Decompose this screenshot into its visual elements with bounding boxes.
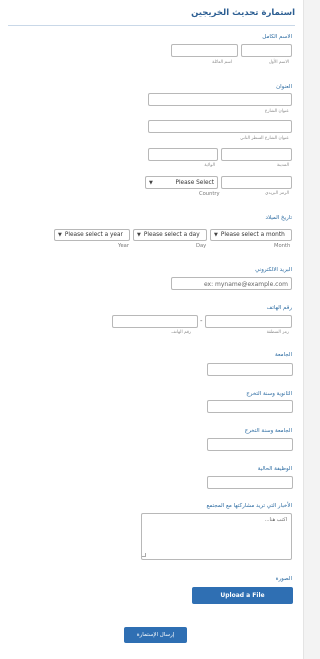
form-title: استمارة تحديث الخريجين — [191, 8, 295, 18]
zip-code-input[interactable] — [221, 176, 292, 189]
upload-file-button[interactable]: Upload a File — [192, 587, 293, 604]
last-name-sublabel: اسم العائلة — [212, 60, 232, 65]
birth-year-select-value: Please select a year — [64, 232, 123, 238]
street-address-line2-input[interactable] — [148, 120, 292, 133]
university-year-input[interactable] — [207, 438, 293, 451]
university-label: الجامعة — [275, 352, 292, 358]
birth-day-sublabel: Day — [196, 243, 207, 249]
birth-day-select[interactable]: ▼ Please select a day — [133, 229, 207, 241]
phone-number-input[interactable] — [112, 315, 198, 328]
birth-month-select[interactable]: ▼ Please select a month — [210, 229, 292, 241]
street-address-sublabel: عنوان الشارع — [264, 109, 289, 114]
form-header: استمارة تحديث الخريجين — [8, 6, 295, 26]
secondary-school-label: الثانوية وسنة التخرج — [246, 391, 292, 397]
country-select-value: Please Select — [175, 179, 214, 186]
first-name-sublabel: الاسم الأول — [268, 60, 289, 65]
phone-label: رقم الهاتف — [266, 305, 292, 311]
birth-year-sublabel: Year — [118, 243, 129, 249]
chevron-down-icon: ▼ — [58, 232, 62, 238]
full-name-label: الاسم الكامل — [262, 34, 292, 40]
birth-year-select[interactable]: ▼ Please select a year — [54, 229, 130, 241]
street-address-line2-sublabel: عنوان الشارع السطر الثاني — [240, 136, 289, 141]
phone-separator: - — [200, 317, 203, 325]
phone-area-code-sublabel: رمز المنطقة — [266, 330, 289, 335]
chevron-down-icon: ▼ — [137, 232, 141, 238]
birth-day-select-value: Please select a day — [143, 232, 200, 238]
phone-area-code-input[interactable] — [205, 315, 292, 328]
email-input[interactable]: ex: myname@example.com — [171, 277, 292, 290]
email-label: البريد الالكتروني — [255, 267, 292, 273]
form-card: استمارة تحديث الخريجين الاسم الكامل الاس… — [0, 0, 304, 659]
news-label: الأخبار التي تريد مشاركتها مع المجتمع — [206, 503, 292, 509]
address-label: العنوان — [276, 84, 292, 90]
chevron-down-icon: ▼ — [149, 179, 153, 186]
resize-handle-icon[interactable] — [142, 553, 146, 557]
state-input[interactable] — [148, 148, 218, 161]
birth-month-select-value: Please select a month — [220, 232, 285, 238]
street-address-input[interactable] — [148, 93, 292, 106]
news-placeholder: اكتب هنا... — [264, 517, 287, 523]
city-sublabel: المدينة — [276, 163, 289, 168]
country-sublabel: Country — [199, 191, 220, 197]
first-name-input[interactable] — [241, 44, 292, 57]
zip-code-sublabel: الرمز البريدي — [265, 191, 289, 196]
submit-button[interactable]: إرسال الإستمارة — [124, 627, 187, 643]
current-job-label: الوظيفة الحالية — [257, 466, 292, 472]
country-select[interactable]: ▼ Please Select — [145, 176, 218, 189]
university-input[interactable] — [207, 363, 293, 376]
chevron-down-icon: ▼ — [214, 232, 218, 238]
birth-date-label: تاريخ الميلاد — [265, 215, 292, 221]
state-sublabel: الولاية — [204, 163, 215, 168]
last-name-input[interactable] — [171, 44, 238, 57]
secondary-school-input[interactable] — [207, 400, 293, 413]
photo-label: الصورة — [275, 576, 292, 582]
phone-number-sublabel: رقم الهاتف — [171, 330, 191, 335]
news-textarea[interactable]: اكتب هنا... — [141, 513, 292, 560]
current-job-input[interactable] — [207, 476, 293, 489]
city-input[interactable] — [221, 148, 292, 161]
university-year-label: الجامعة وسنة التخرج — [244, 428, 292, 434]
email-placeholder: ex: myname@example.com — [203, 280, 288, 288]
birth-month-sublabel: Month — [274, 243, 291, 249]
